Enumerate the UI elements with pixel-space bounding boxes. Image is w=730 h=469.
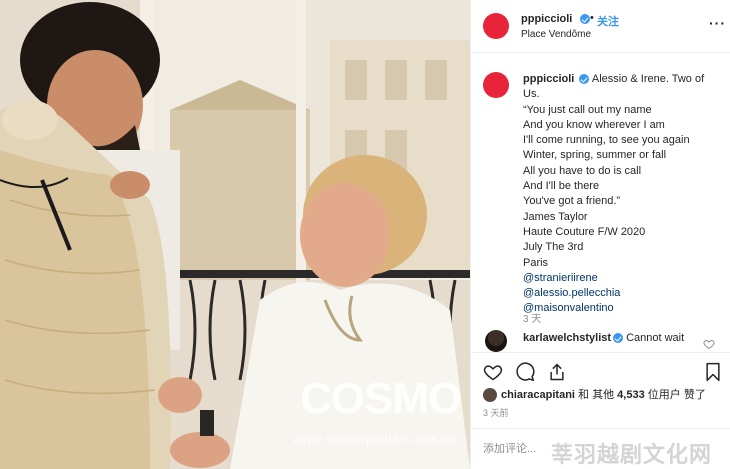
post-photo[interactable]: COSMO www.cosmopolitan.com.cn — [0, 0, 470, 469]
caption-line: “You just call out my name — [523, 103, 652, 116]
post-caption: pppiccioli Alessio & Irene. Two of Us. “… — [471, 54, 730, 325]
comment-item: karlawelchstylist Cannot wait — [471, 326, 730, 352]
mention-link[interactable]: @alessio.pellecchia — [523, 286, 723, 301]
likes-suffix-text: 位用户 赞了 — [647, 389, 706, 401]
likes-middle-text: 和 其他 — [578, 389, 615, 401]
caption-line: Alessio & Irene. Two of — [591, 73, 705, 85]
likes-count[interactable]: 4,533 — [617, 389, 645, 401]
caption-line: I'll come running, to see you again — [523, 134, 690, 147]
caption-timestamp: 3 天 — [523, 314, 542, 325]
caption-line: You've got a friend.” — [523, 195, 621, 208]
caption-line: All you have to do is call — [523, 164, 642, 177]
likes-summary: chiaracapitani 和 其他 4,533 位用户 赞了 — [483, 386, 706, 403]
caption-username[interactable]: pppiccioli — [523, 73, 574, 85]
commenter-avatar[interactable] — [485, 330, 507, 352]
liker-username[interactable]: chiaracapitani — [501, 389, 575, 401]
verified-badge-icon — [580, 14, 590, 24]
brand-watermark: COSMO — [300, 374, 462, 423]
caption-line: And I'll be there — [523, 180, 600, 193]
post-panel: pppiccioli • 关注 Place Vendôme ··· pppicc… — [470, 0, 730, 469]
action-bar — [471, 352, 730, 386]
verified-badge-icon — [613, 333, 624, 344]
add-comment-bar: 莘羽越剧文化网 — [471, 428, 730, 469]
more-icon[interactable]: ··· — [709, 16, 726, 30]
caption-body: pppiccioli Alessio & Irene. Two of Us. “… — [523, 72, 723, 317]
follow-button[interactable]: 关注 — [597, 13, 619, 29]
author-avatar[interactable] — [483, 13, 509, 39]
header-separator: • — [590, 12, 594, 24]
liker-avatar[interactable] — [483, 388, 497, 403]
comment-body: Cannot wait — [626, 332, 685, 344]
caption-line: Haute Couture F/W 2020 — [523, 225, 646, 238]
caption-line: July The 3rd — [523, 241, 584, 254]
author-username[interactable]: pppiccioli — [521, 13, 572, 25]
caption-line: Winter, spring, summer or fall — [523, 149, 667, 162]
share-upload-icon[interactable] — [547, 362, 567, 382]
caption-line: James Taylor — [523, 210, 588, 223]
mention-link[interactable]: @maisonvalentino — [523, 301, 723, 316]
bookmark-icon[interactable] — [703, 362, 723, 382]
caption-author-avatar[interactable] — [483, 72, 509, 98]
like-heart-icon[interactable] — [483, 362, 503, 382]
post-location[interactable]: Place Vendôme — [521, 29, 591, 40]
comment-bubble-icon[interactable] — [515, 362, 535, 382]
commenter-username[interactable]: karlawelchstylist — [523, 332, 611, 344]
comment-text: karlawelchstylist Cannot wait — [523, 332, 684, 344]
mention-link[interactable]: @stranieriirene — [523, 271, 723, 286]
comment-like-icon[interactable] — [703, 338, 715, 350]
site-watermark-overlay: 莘羽越剧文化网 — [551, 443, 713, 468]
post-header: pppiccioli • 关注 Place Vendôme ··· — [471, 0, 730, 53]
caption-line: Paris — [523, 256, 549, 269]
site-watermark: www.cosmopolitan.com.cn — [293, 432, 458, 446]
caption-line: And you know wherever I am — [523, 118, 665, 131]
post-timestamp: 3 天前 — [483, 408, 509, 418]
verified-badge-icon — [579, 74, 590, 85]
caption-line: Us. — [523, 88, 540, 101]
